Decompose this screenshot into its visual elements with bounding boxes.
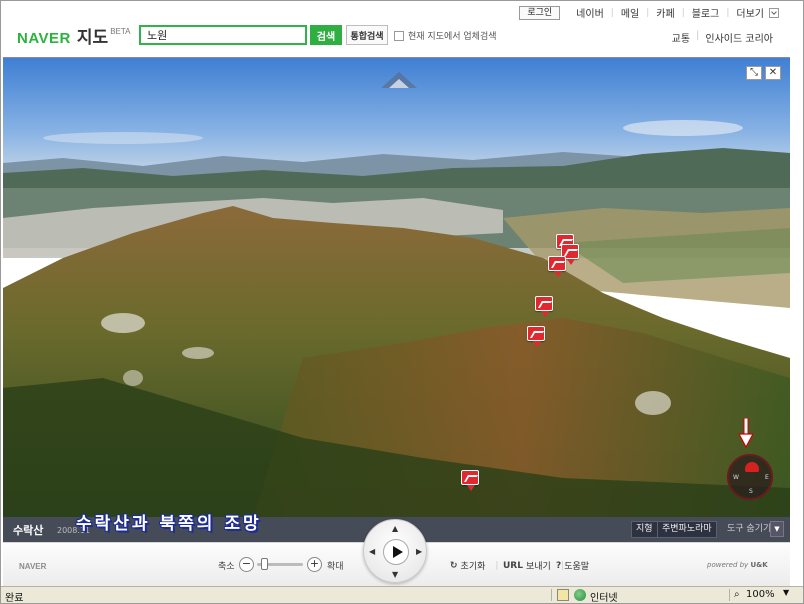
zoom-in-label: 확대 [327, 562, 344, 572]
unified-search-button[interactable]: 통합검색 [346, 25, 388, 45]
zoom-in-button[interactable]: + [307, 557, 322, 572]
resize-icon[interactable]: ⤡ [746, 66, 762, 80]
send-url-button[interactable]: URL 보내기 | [503, 559, 564, 573]
reset-button[interactable]: ↻ 초기화 | [450, 559, 498, 573]
search-button[interactable]: 검색 [310, 25, 342, 45]
logo-beta-text: BETA [110, 27, 131, 36]
close-icon[interactable]: ✕ [765, 66, 781, 80]
nav-link-blog[interactable]: 블로그 [692, 5, 720, 20]
terrain-button[interactable]: 지형 [631, 521, 658, 538]
nav-link-cafe[interactable]: 카페 [656, 5, 674, 20]
status-text: 완료 [5, 593, 24, 604]
login-button[interactable]: 로그인 [519, 5, 561, 20]
arrow-down-icon [739, 418, 753, 448]
local-search-checkbox[interactable] [394, 30, 404, 41]
powered-by-credit: powered by U&K [707, 561, 768, 569]
pan-left-icon[interactable]: ◀ [369, 547, 375, 556]
pan-up-arrow-icon[interactable] [381, 72, 417, 88]
zoom-level[interactable]: 100% [746, 589, 775, 600]
pan-up-icon[interactable]: ▲ [392, 524, 398, 533]
sub-navigation: 교통 | 인사이드 코리아 [671, 30, 773, 45]
naver-small-logo: NAVER [19, 562, 47, 571]
magnifier-icon[interactable]: ⌕ [734, 589, 740, 600]
chevron-down-icon[interactable] [769, 7, 779, 18]
navigation-pad[interactable]: ▲ ▼ ◀ ▶ [363, 519, 427, 583]
pan-right-icon[interactable]: ▶ [416, 547, 422, 556]
internet-zone-icon [574, 589, 586, 601]
chevron-down-icon[interactable]: ▼ [783, 588, 789, 597]
nav-link-traffic[interactable]: 교통 [672, 30, 690, 45]
zoom-out-label: 축소 [218, 562, 235, 572]
zoom-slider[interactable] [257, 558, 303, 570]
security-icon [557, 589, 569, 601]
panorama-marker-icon[interactable] [461, 470, 479, 491]
local-search-option[interactable]: 현재 지도에서 업체검색 [394, 29, 497, 42]
naver-map-logo[interactable]: NAVER 지도 BETA [17, 23, 131, 48]
panorama-marker-icon[interactable] [527, 326, 545, 347]
nav-link-mail[interactable]: 메일 [621, 5, 639, 20]
help-icon: ? [556, 560, 562, 571]
refresh-icon: ↻ [450, 560, 458, 571]
zoom-out-button[interactable]: − [239, 557, 254, 572]
search-input[interactable] [139, 25, 307, 45]
panorama-marker-icon[interactable] [535, 296, 553, 317]
play-button[interactable] [383, 539, 409, 565]
panorama-marker-icon[interactable] [548, 256, 566, 277]
top-navigation: 로그인 네이버 | 메일 | 카페 | 블로그 | 더보기 [519, 5, 779, 20]
url-icon: URL [503, 560, 523, 571]
place-name: 수락산 [13, 524, 44, 537]
panorama-caption: 수락산과 북쪽의 조망 [76, 514, 262, 534]
panorama-viewer[interactable]: ⤡ ✕ W E S [3, 57, 790, 517]
hide-tools-button[interactable]: 도구 숨기기 [723, 521, 775, 538]
panorama-image [3, 58, 790, 517]
logo-naver-text: NAVER [17, 30, 71, 47]
pan-down-icon[interactable]: ▼ [392, 570, 398, 579]
compass-needle [745, 462, 759, 472]
compass-icon[interactable]: W E S [727, 454, 773, 500]
browser-status-bar: 완료 인터넷 ⌕ 100% ▼ [1, 586, 803, 603]
nav-link-naver[interactable]: 네이버 [576, 5, 604, 20]
nav-link-more[interactable]: 더보기 [736, 5, 764, 20]
zoom-slider-thumb[interactable] [261, 558, 268, 570]
help-button[interactable]: ? 도움말 [556, 559, 589, 573]
header: NAVER 지도 BETA 검색 통합검색 현재 지도에서 업체검색 로그인 네… [1, 1, 803, 56]
chevron-down-icon[interactable]: ▼ [770, 521, 784, 537]
zone-text: 인터넷 [590, 593, 618, 604]
nav-link-inside-korea[interactable]: 인사이드 코리아 [705, 30, 773, 45]
logo-jido-text: 지도 [76, 28, 109, 48]
nearby-panorama-button[interactable]: 주변파노라마 [657, 521, 717, 538]
local-search-label: 현재 지도에서 업체검색 [408, 32, 497, 42]
browser-window: NAVER 지도 BETA 검색 통합검색 현재 지도에서 업체검색 로그인 네… [0, 0, 804, 604]
